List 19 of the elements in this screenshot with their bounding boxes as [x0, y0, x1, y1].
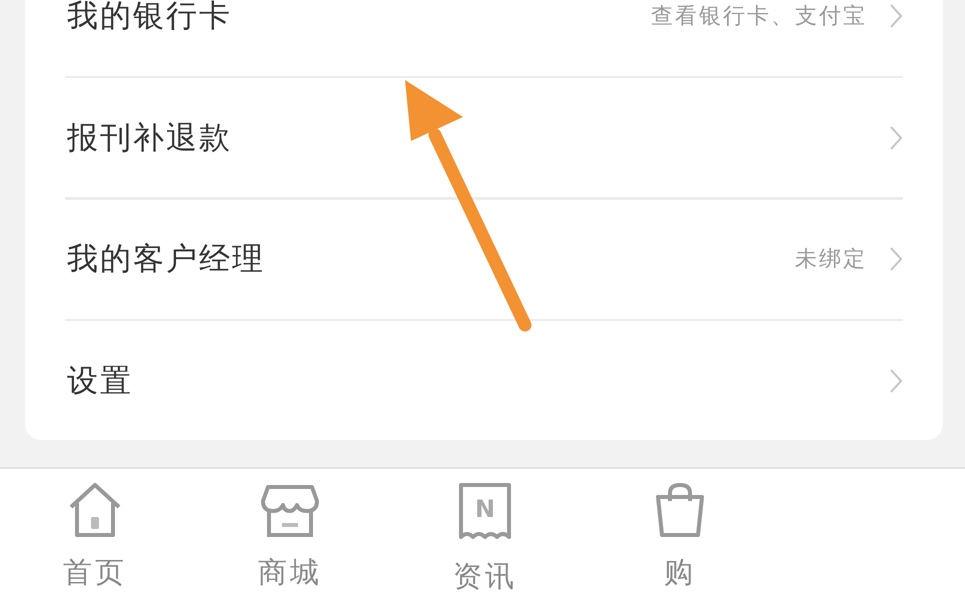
tab-item[interactable]: 商城 [235, 469, 345, 600]
menu-item-label: 我的客户经理 [67, 240, 265, 280]
menu-item-label: 我的银行卡 [67, 0, 232, 36]
menu-item-label: 设置 [67, 362, 133, 401]
chevron-right-icon [889, 368, 903, 394]
tab-item[interactable]: 购 [625, 469, 735, 600]
home-icon [67, 481, 123, 539]
tab-item[interactable]: N 资讯 [430, 469, 540, 600]
menu-item[interactable]: 报刊补退款 [25, 78, 943, 198]
chevron-right-icon [889, 246, 903, 272]
menu-item-detail: 未绑定 [795, 246, 867, 274]
menu-item-label: 报刊补退款 [67, 118, 232, 158]
menu-item[interactable]: 我的客户经理 未绑定 [25, 200, 943, 319]
chevron-right-icon [889, 3, 903, 30]
menu-item[interactable]: 我的银行卡 查看银行卡、支付宝 [25, 0, 943, 76]
menu-item-detail: 查看银行卡、支付宝 [651, 3, 867, 32]
tab-item[interactable]: 首页 [40, 469, 150, 600]
chevron-right-icon [889, 124, 903, 151]
menu-item[interactable]: 设置 [25, 321, 943, 440]
